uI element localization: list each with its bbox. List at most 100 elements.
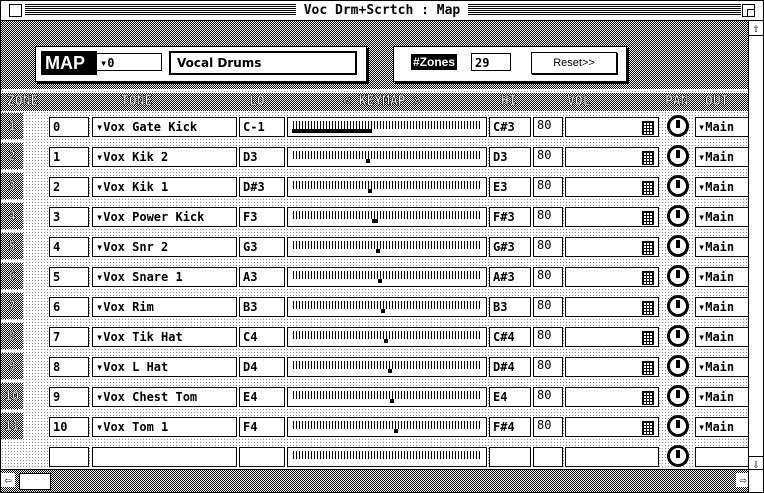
vol-slider[interactable] xyxy=(565,237,659,257)
horizontal-scrollbar[interactable]: ⇦ ⇨ xyxy=(1,469,750,492)
vol-slider-knob[interactable] xyxy=(642,151,654,165)
keymap-slider[interactable] xyxy=(287,417,487,437)
hi-key-field[interactable]: C#3 xyxy=(489,117,531,137)
vol-slider[interactable] xyxy=(565,147,659,167)
map-name-field[interactable]: Vocal Drums xyxy=(169,51,357,75)
out-select[interactable] xyxy=(695,447,750,467)
hi-key-field[interactable]: B3 xyxy=(489,297,531,317)
lo-key-field[interactable]: F3 xyxy=(239,207,285,227)
lo-key-field[interactable]: D#3 xyxy=(239,177,285,197)
lo-key-field[interactable]: D4 xyxy=(239,357,285,377)
vol-slider[interactable] xyxy=(565,117,659,137)
vol-field[interactable]: 80 xyxy=(533,147,563,167)
knob-icon[interactable] xyxy=(667,385,689,407)
vol-slider-knob[interactable] xyxy=(642,331,654,345)
lo-key-field[interactable]: G3 xyxy=(239,237,285,257)
map-number-select[interactable]: ▾0 xyxy=(96,53,162,71)
vol-slider[interactable] xyxy=(565,327,659,347)
tone-select[interactable]: ▾Vox Tik Hat xyxy=(92,327,237,347)
tone-select[interactable]: ▾Vox Snr 2 xyxy=(92,237,237,257)
vol-slider-knob[interactable] xyxy=(642,271,654,285)
knob-icon[interactable] xyxy=(667,295,689,317)
lo-key-field[interactable]: C-1 xyxy=(239,117,285,137)
knob-icon[interactable] xyxy=(667,445,689,467)
keymap-slider[interactable] xyxy=(287,207,487,227)
vol-slider-knob[interactable] xyxy=(642,361,654,375)
keymap-slider[interactable] xyxy=(287,147,487,167)
vol-slider-knob[interactable] xyxy=(642,181,654,195)
tone-select[interactable]: ▾Vox Gate Kick xyxy=(92,117,237,137)
hi-key-field[interactable]: D3 xyxy=(489,147,531,167)
keymap-slider[interactable] xyxy=(287,297,487,317)
lo-key-field[interactable]: F4 xyxy=(239,417,285,437)
zones-count[interactable]: 29 xyxy=(471,53,511,71)
keymap-slider[interactable] xyxy=(287,117,487,137)
vol-slider-knob[interactable] xyxy=(642,121,654,135)
out-select[interactable]: ▾Main xyxy=(695,177,750,197)
tone-select[interactable]: ▾Vox Kik 2 xyxy=(92,147,237,167)
tone-select[interactable]: ▾Vox Chest Tom xyxy=(92,387,237,407)
hi-key-field[interactable]: D#4 xyxy=(489,357,531,377)
keymap-slider[interactable] xyxy=(287,267,487,287)
knob-icon[interactable] xyxy=(667,355,689,377)
title-bar[interactable]: Voc Drm+Scrtch : Map xyxy=(1,1,763,21)
scroll-thumb[interactable] xyxy=(19,473,51,490)
lo-key-field[interactable]: D3 xyxy=(239,147,285,167)
lo-key-field[interactable]: B3 xyxy=(239,297,285,317)
tone-select[interactable]: ▾Vox Kik 1 xyxy=(92,177,237,197)
knob-icon[interactable] xyxy=(667,265,689,287)
out-select[interactable]: ▾Main xyxy=(695,327,750,347)
tone-select[interactable]: ▾Vox Snare 1 xyxy=(92,267,237,287)
vol-field[interactable]: 80 xyxy=(533,417,563,437)
out-select[interactable]: ▾Main xyxy=(695,237,750,257)
tone-select[interactable]: ▾Vox Tom 1 xyxy=(92,417,237,437)
knob-icon[interactable] xyxy=(667,415,689,437)
vol-field[interactable]: 80 xyxy=(533,387,563,407)
out-select[interactable]: ▾Main xyxy=(695,207,750,227)
vol-slider[interactable] xyxy=(565,447,659,467)
hi-key-field[interactable]: F#3 xyxy=(489,207,531,227)
vol-field[interactable]: 80 xyxy=(533,327,563,347)
knob-icon[interactable] xyxy=(667,205,689,227)
vol-slider[interactable] xyxy=(565,267,659,287)
hi-key-field[interactable]: C#4 xyxy=(489,327,531,347)
tone-select[interactable]: ▾Vox Power Kick xyxy=(92,207,237,227)
out-select[interactable]: ▾Main xyxy=(695,267,750,287)
hi-key-field[interactable]: E4 xyxy=(489,387,531,407)
header-keymap[interactable]: < KEYMAP > xyxy=(343,93,422,111)
keymap-slider[interactable] xyxy=(287,327,487,347)
grow-box[interactable] xyxy=(748,469,763,492)
lo-key-field[interactable] xyxy=(239,447,285,467)
keymap-slider[interactable] xyxy=(287,447,487,467)
arrow-up-icon[interactable]: ⇧ xyxy=(749,21,763,36)
vol-field[interactable]: 80 xyxy=(533,207,563,227)
hi-key-field[interactable] xyxy=(489,447,531,467)
vol-slider-knob[interactable] xyxy=(642,241,654,255)
vol-slider[interactable] xyxy=(565,207,659,227)
out-select[interactable]: ▾Main xyxy=(695,297,750,317)
vertical-scrollbar[interactable]: ⇧ ⇩ xyxy=(748,21,763,471)
out-select[interactable]: ▾Main xyxy=(695,117,750,137)
vol-slider-knob[interactable] xyxy=(642,211,654,225)
vol-slider[interactable] xyxy=(565,417,659,437)
vol-slider[interactable] xyxy=(565,297,659,317)
out-select[interactable]: ▾Main xyxy=(695,357,750,377)
zoom-box[interactable] xyxy=(742,4,755,17)
vol-field[interactable] xyxy=(533,447,563,467)
hi-key-field[interactable]: E3 xyxy=(489,177,531,197)
knob-icon[interactable] xyxy=(667,175,689,197)
hi-key-field[interactable]: G#3 xyxy=(489,237,531,257)
lo-key-field[interactable]: A3 xyxy=(239,267,285,287)
keymap-slider[interactable] xyxy=(287,237,487,257)
vol-field[interactable]: 80 xyxy=(533,297,563,317)
tone-select[interactable]: ▾Vox L Hat xyxy=(92,357,237,377)
reset-button[interactable]: Reset>> xyxy=(531,52,617,74)
vol-slider-knob[interactable] xyxy=(642,421,654,435)
lo-key-field[interactable]: C4 xyxy=(239,327,285,347)
vol-slider[interactable] xyxy=(565,387,659,407)
vol-slider-knob[interactable] xyxy=(642,301,654,315)
out-select[interactable]: ▾Main xyxy=(695,147,750,167)
vol-field[interactable]: 80 xyxy=(533,357,563,377)
vol-field[interactable]: 80 xyxy=(533,177,563,197)
vol-slider-knob[interactable] xyxy=(642,391,654,405)
